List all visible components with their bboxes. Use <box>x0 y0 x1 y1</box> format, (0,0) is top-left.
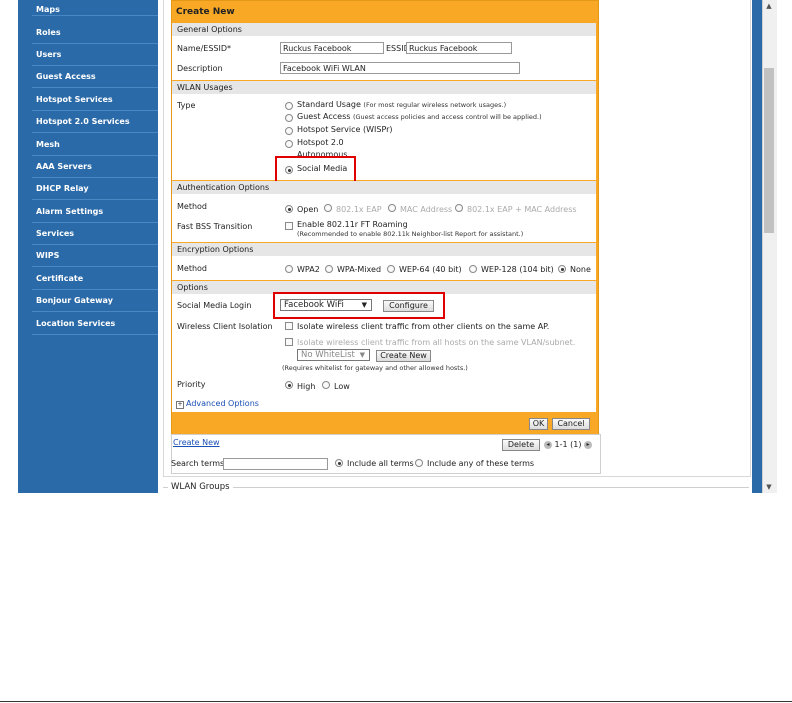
sidebar-item-guest-access[interactable]: Guest Access <box>18 66 158 88</box>
scrollbar-thumb[interactable] <box>764 68 774 233</box>
enc-wpa-mixed-radio[interactable] <box>325 265 333 273</box>
scroll-down-icon[interactable]: ▼ <box>764 482 774 492</box>
right-frame-bar <box>752 0 762 493</box>
whitelist-note: (Requires whitelist for gateway and othe… <box>282 364 468 372</box>
enc-wpa2-radio[interactable] <box>285 265 293 273</box>
enc-none-option: None <box>570 265 591 274</box>
auth-8021x-mac-radio[interactable] <box>455 204 463 212</box>
include-any-option: Include any of these terms <box>427 459 535 468</box>
sidebar-item-mesh[interactable]: Mesh <box>18 134 158 156</box>
advanced-options-toggle[interactable]: + Advanced Options <box>176 399 259 409</box>
page-bottom-rule <box>0 701 792 702</box>
search-input[interactable] <box>223 458 328 470</box>
isolation-ap-text: Isolate wireless client traffic from oth… <box>297 322 550 331</box>
description-label: Description <box>177 64 223 73</box>
type-hotspot20-radio[interactable] <box>285 140 293 148</box>
pagination: ◂ 1-1 (1) ▸ <box>544 440 593 450</box>
next-page-icon[interactable]: ▸ <box>584 440 593 449</box>
isolation-vlan-text: Isolate wireless client traffic from all… <box>297 338 576 347</box>
auth-8021x-option: 802.1x EAP <box>336 205 382 214</box>
priority-high-option: High <box>297 382 316 391</box>
prev-page-icon[interactable]: ◂ <box>544 440 552 449</box>
type-guest-option: Guest Access (Guest access policies and … <box>297 112 542 121</box>
delete-button[interactable]: Delete <box>502 439 540 451</box>
panel-title: Create New <box>176 7 235 17</box>
include-any-radio[interactable] <box>415 459 423 467</box>
auth-options-header: Authentication Options <box>172 181 596 194</box>
social-login-highlight <box>273 292 445 319</box>
fast-bss-note: (Recommended to enable 802.11k Neighbor-… <box>297 230 524 238</box>
search-label: Search terms <box>171 459 225 468</box>
sidebar-item-users[interactable]: Users <box>18 44 158 66</box>
fast-bss-checkbox[interactable] <box>285 222 293 230</box>
wlan-groups-title: WLAN Groups <box>168 482 233 492</box>
enc-wep64-radio[interactable] <box>387 265 395 273</box>
type-hotspot-radio[interactable] <box>285 127 293 135</box>
enc-wep128-radio[interactable] <box>469 265 477 273</box>
enc-wep64-option: WEP-64 (40 bit) <box>399 265 462 274</box>
enc-wep128-option: WEP-128 (104 bit) <box>481 265 554 274</box>
enc-wpa2-option: WPA2 <box>297 265 320 274</box>
auth-mac-option: MAC Address <box>400 205 453 214</box>
sidebar-item-bonjour-gateway[interactable]: Bonjour Gateway <box>18 290 158 312</box>
sidebar-item-roles[interactable]: Roles <box>18 22 158 44</box>
priority-label: Priority <box>177 380 206 389</box>
social-media-highlight <box>275 156 356 183</box>
chevron-down-icon: ▼ <box>359 351 365 359</box>
wlan-usages-header: WLAN Usages <box>172 81 596 94</box>
create-new-link[interactable]: Create New <box>173 438 220 448</box>
type-standard-option: Standard Usage (For most regular wireles… <box>297 100 507 109</box>
sidebar-item-location-services[interactable]: Location Services <box>18 313 158 335</box>
auth-mac-radio[interactable] <box>388 204 396 212</box>
sidebar-item-hotspot-services[interactable]: Hotspot Services <box>18 89 158 111</box>
name-input[interactable]: Ruckus Facebook <box>280 42 384 54</box>
create-new-whitelist-button[interactable]: Create New <box>376 350 431 362</box>
scroll-up-icon[interactable]: ▲ <box>764 1 774 11</box>
priority-low-radio[interactable] <box>322 381 330 389</box>
sidebar-item-aaa-servers[interactable]: AAA Servers <box>18 156 158 178</box>
isolation-ap-checkbox[interactable] <box>285 322 293 330</box>
essid-input[interactable]: Ruckus Facebook <box>406 42 512 54</box>
auth-method-label: Method <box>177 202 208 211</box>
expand-icon: + <box>176 401 184 409</box>
whitelist-select[interactable]: No WhiteList ▼ <box>297 349 370 361</box>
sidebar-item-hotspot-20-services[interactable]: Hotspot 2.0 Services <box>18 111 158 133</box>
general-options-header: General Options <box>172 23 596 36</box>
include-all-radio[interactable] <box>335 459 343 467</box>
ok-button[interactable]: OK <box>529 418 548 430</box>
sidebar-item-dhcp-relay[interactable]: DHCP Relay <box>18 178 158 200</box>
isolation-vlan-checkbox[interactable] <box>285 338 293 346</box>
auth-open-option: Open <box>297 205 319 214</box>
cancel-button[interactable]: Cancel <box>552 418 590 430</box>
sidebar-item-maps[interactable]: Maps <box>18 4 158 16</box>
fast-bss-label: Fast BSS Transition <box>177 222 253 231</box>
client-isolation-label: Wireless Client Isolation <box>177 322 273 331</box>
wlan-groups-divider <box>163 487 749 488</box>
auth-open-radio[interactable] <box>285 205 293 213</box>
include-all-option: Include all terms <box>347 459 414 468</box>
sidebar-item-certificate[interactable]: Certificate <box>18 268 158 290</box>
sidebar-item-alarm-settings[interactable]: Alarm Settings <box>18 201 158 223</box>
auth-8021x-mac-option: 802.1x EAP + MAC Address <box>467 205 577 214</box>
enc-wpa-mixed-option: WPA-Mixed <box>337 265 382 274</box>
type-standard-radio[interactable] <box>285 102 293 110</box>
auth-8021x-radio[interactable] <box>324 204 332 212</box>
type-guest-radio[interactable] <box>285 114 293 122</box>
name-label: Name/ESSID* <box>177 44 232 53</box>
sidebar-item-wips[interactable]: WIPS <box>18 245 158 267</box>
social-media-login-label: Social Media Login <box>177 301 252 310</box>
description-input[interactable]: Facebook WiFi WLAN <box>280 62 520 74</box>
type-hotspot20-option: Hotspot 2.0 <box>297 138 344 147</box>
enc-none-radio[interactable] <box>558 265 566 273</box>
encryption-method-label: Method <box>177 264 208 273</box>
encryption-options-header: Encryption Options <box>172 243 596 256</box>
sidebar-item-services[interactable]: Services <box>18 223 158 245</box>
priority-low-option: Low <box>334 382 350 391</box>
type-label: Type <box>177 101 196 110</box>
priority-high-radio[interactable] <box>285 381 293 389</box>
type-hotspot-option: Hotspot Service (WISPr) <box>297 125 393 134</box>
